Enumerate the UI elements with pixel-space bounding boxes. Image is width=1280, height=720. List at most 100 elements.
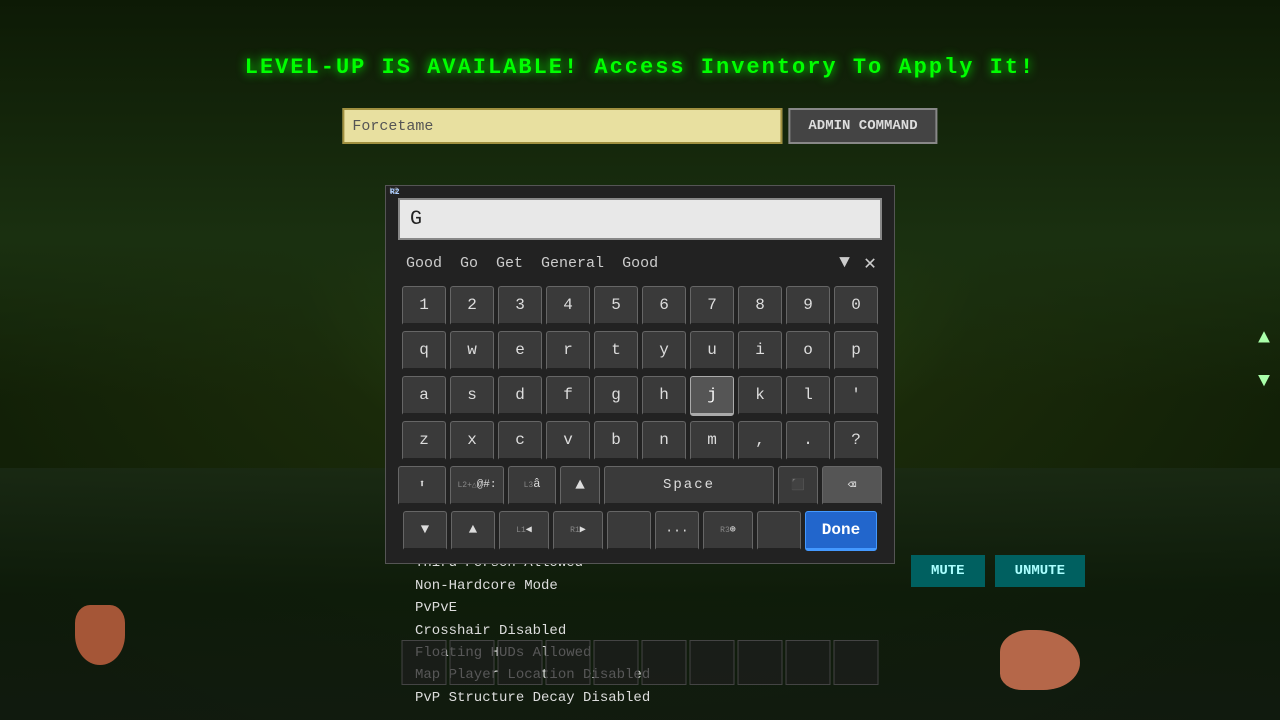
hotbar-slot-3[interactable] <box>498 640 543 685</box>
nav-row: ▼ ▲ L1 ◀ R1 ▶ ··· R3 ⊕ R2 Done <box>398 511 882 551</box>
key-f[interactable]: f <box>546 376 590 416</box>
key-9[interactable]: 9 <box>786 286 830 326</box>
key-w[interactable]: w <box>450 331 494 371</box>
unmute-button[interactable]: UNMUTE <box>995 555 1085 587</box>
suggestions-row: Good Go Get General Good ▼ ✕ <box>398 250 882 276</box>
key-h[interactable]: h <box>642 376 686 416</box>
key-square[interactable]: ⬛ <box>778 466 818 506</box>
key-b[interactable]: b <box>594 421 638 461</box>
suggestions-close-icon[interactable]: ✕ <box>860 250 880 276</box>
hotbar-slot-4[interactable] <box>546 640 591 685</box>
admin-command-input[interactable] <box>342 108 782 144</box>
key-z[interactable]: z <box>402 421 446 461</box>
key-o[interactable]: o <box>786 331 830 371</box>
key-7[interactable]: 7 <box>690 286 734 326</box>
keyboard-rows: 1 2 3 4 5 6 7 8 9 0 q w e r t y u i o p … <box>398 286 882 551</box>
hotbar-slot-10[interactable] <box>834 640 879 685</box>
asdf-row: a s d f g h j k l ' <box>398 376 882 416</box>
server-info-line-4: PvPvE <box>415 597 650 619</box>
key-t[interactable]: t <box>594 331 638 371</box>
right-deco: ▲ ▼ <box>1258 327 1270 393</box>
mute-area: MUTE UNMUTE <box>911 555 1085 587</box>
key-p[interactable]: p <box>834 331 878 371</box>
key-0[interactable]: 0 <box>834 286 878 326</box>
key-5[interactable]: 5 <box>594 286 638 326</box>
key-l1-left[interactable]: L1 ◀ <box>499 511 549 551</box>
mute-button[interactable]: MUTE <box>911 555 985 587</box>
server-info-line-8: PvP Structure Decay Disabled <box>415 687 650 709</box>
modifier-space-row: L2⬆ L2+△ @#: L3 â ▲ Space ⬛ ⌫ <box>398 466 882 506</box>
player-character <box>75 605 125 665</box>
level-up-text: LEVEL-UP IS AVAILABLE! Access Inventory … <box>245 55 1036 80</box>
key-space[interactable]: Space <box>604 466 774 506</box>
key-done[interactable]: R2 Done <box>805 511 877 551</box>
number-row: 1 2 3 4 5 6 7 8 9 0 <box>398 286 882 326</box>
hotbar-slot-5[interactable] <box>594 640 639 685</box>
key-u[interactable]: u <box>690 331 734 371</box>
key-question[interactable]: ? <box>834 421 878 461</box>
key-empty-right[interactable] <box>757 511 801 551</box>
admin-area: ADMIN COMMAND <box>342 108 937 144</box>
deco-arrow-up[interactable]: ▲ <box>1258 327 1270 350</box>
key-3[interactable]: 3 <box>498 286 542 326</box>
hotbar-slot-1[interactable] <box>402 640 447 685</box>
key-4[interactable]: 4 <box>546 286 590 326</box>
key-i[interactable]: i <box>738 331 782 371</box>
key-q[interactable]: q <box>402 331 446 371</box>
key-6[interactable]: 6 <box>642 286 686 326</box>
zxcv-row: z x c v b n m , . ? <box>398 421 882 461</box>
key-r1-right[interactable]: R1 ▶ <box>553 511 603 551</box>
key-v[interactable]: v <box>546 421 590 461</box>
server-info-line-5: Crosshair Disabled <box>415 620 650 642</box>
hotbar-slot-2[interactable] <box>450 640 495 685</box>
server-info-line-3: Non-Hardcore Mode <box>415 575 650 597</box>
deco-arrow-down[interactable]: ▼ <box>1258 370 1270 393</box>
key-apostrophe[interactable]: ' <box>834 376 878 416</box>
key-8[interactable]: 8 <box>738 286 782 326</box>
key-g[interactable]: g <box>594 376 638 416</box>
suggestions-dropdown-icon[interactable]: ▼ <box>835 253 854 273</box>
keyboard-text-input[interactable] <box>398 198 882 240</box>
key-y[interactable]: y <box>642 331 686 371</box>
suggestion-get[interactable]: Get <box>490 253 529 274</box>
key-l2-symbols[interactable]: L2+△ @#: <box>450 466 504 506</box>
key-e[interactable]: e <box>498 331 542 371</box>
key-period[interactable]: . <box>786 421 830 461</box>
key-s[interactable]: s <box>450 376 494 416</box>
key-j[interactable]: j <box>690 376 734 416</box>
suggestion-general[interactable]: General <box>535 253 610 274</box>
level-up-banner: LEVEL-UP IS AVAILABLE! Access Inventory … <box>245 55 1036 80</box>
key-2[interactable]: 2 <box>450 286 494 326</box>
key-l3-accent[interactable]: L3 â <box>508 466 556 506</box>
key-down-arrow[interactable]: ▼ <box>403 511 447 551</box>
key-backspace[interactable]: ⌫ <box>822 466 882 506</box>
key-x[interactable]: x <box>450 421 494 461</box>
hotbar-slot-9[interactable] <box>786 640 831 685</box>
key-a[interactable]: a <box>402 376 446 416</box>
suggestion-go[interactable]: Go <box>454 253 484 274</box>
key-l2-upload[interactable]: L2⬆ <box>398 466 446 506</box>
key-up-arrow[interactable]: ▲ <box>451 511 495 551</box>
key-triangle[interactable]: ▲ <box>560 466 600 506</box>
key-comma[interactable]: , <box>738 421 782 461</box>
key-c[interactable]: c <box>498 421 542 461</box>
key-1[interactable]: 1 <box>402 286 446 326</box>
key-ellipsis[interactable]: ··· <box>655 511 699 551</box>
key-empty-mid[interactable] <box>607 511 651 551</box>
hotbar-slot-6[interactable] <box>642 640 687 685</box>
suggestion-good2[interactable]: Good <box>616 253 664 274</box>
suggestion-good1[interactable]: Good <box>400 253 448 274</box>
hotbar <box>402 640 879 685</box>
keyboard-container: Good Go Get General Good ▼ ✕ 1 2 3 4 5 6… <box>385 185 895 564</box>
qwerty-row: q w e r t y u i o p <box>398 331 882 371</box>
key-k[interactable]: k <box>738 376 782 416</box>
hotbar-slot-7[interactable] <box>690 640 735 685</box>
key-n[interactable]: n <box>642 421 686 461</box>
key-r3-gamepad[interactable]: R3 ⊕ <box>703 511 753 551</box>
key-m[interactable]: m <box>690 421 734 461</box>
admin-command-button[interactable]: ADMIN COMMAND <box>788 108 937 144</box>
key-r[interactable]: r <box>546 331 590 371</box>
hotbar-slot-8[interactable] <box>738 640 783 685</box>
key-d[interactable]: d <box>498 376 542 416</box>
key-l[interactable]: l <box>786 376 830 416</box>
